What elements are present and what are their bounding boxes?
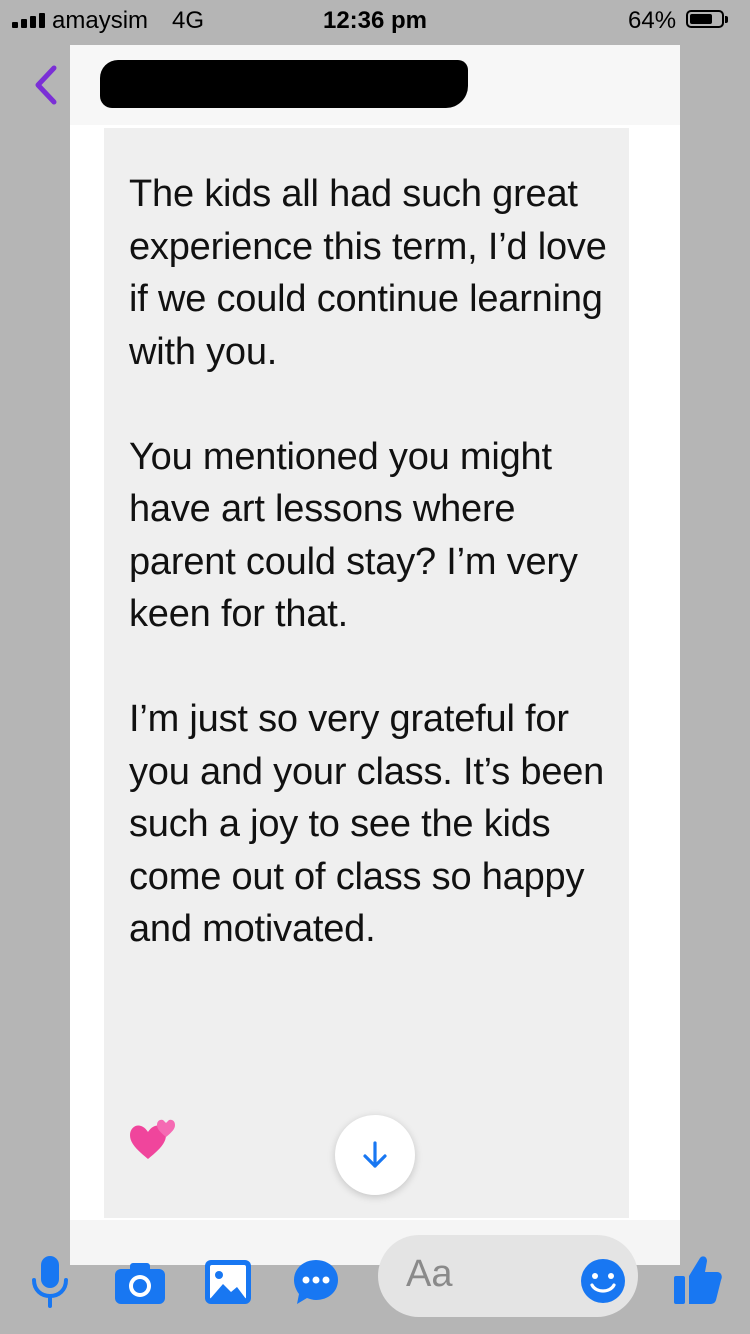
message-paragraph: You mentioned you might have art lessons… [129,435,578,636]
battery-icon [686,10,728,28]
scroll-to-bottom-button[interactable] [335,1115,415,1195]
smile-icon[interactable] [580,1258,626,1304]
two-hearts-emoji [130,1119,175,1159]
message-input-placeholder: Aa [406,1253,453,1295]
contact-name-redacted[interactable] [100,60,468,108]
thumbs-up-icon[interactable] [674,1254,722,1306]
chat-more-icon[interactable] [292,1258,340,1306]
camera-icon[interactable] [115,1262,165,1304]
arrow-down-icon [363,1141,387,1168]
message-text: The kids all had such great experience t… [129,168,619,1008]
back-chevron-icon[interactable] [28,62,68,108]
message-paragraph: The kids all had such great experience t… [129,173,607,373]
battery-percentage: 64% [628,7,677,34]
status-bar: amaysim 4G 12:36 pm 64% [0,0,750,40]
message-paragraph: I’m just so very grateful for you and yo… [129,698,605,950]
microphone-icon[interactable] [30,1256,70,1310]
image-icon[interactable] [205,1260,251,1304]
